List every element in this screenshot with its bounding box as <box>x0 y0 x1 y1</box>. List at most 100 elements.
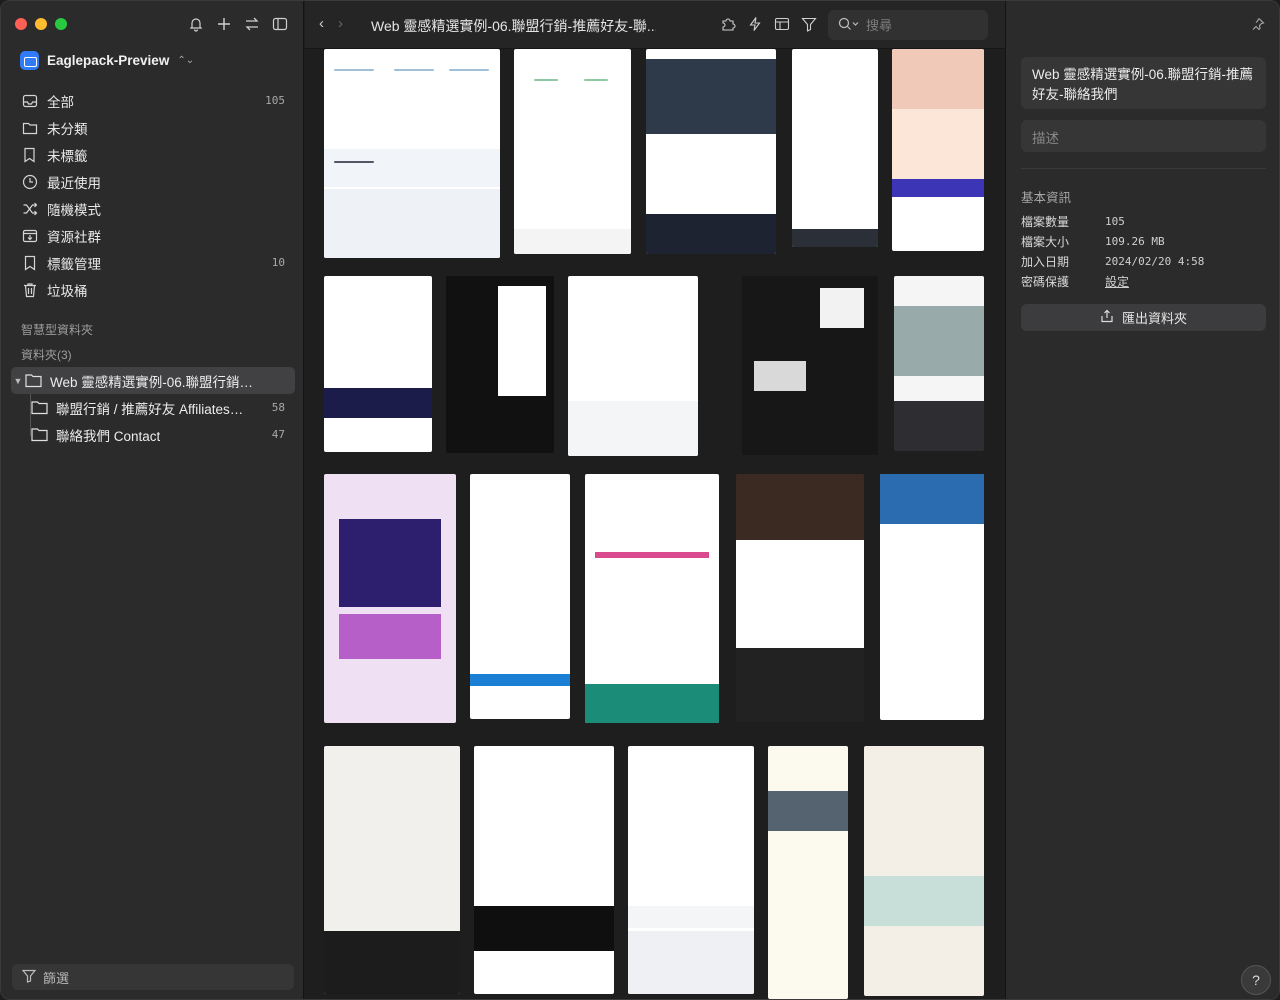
plus-icon[interactable] <box>215 15 233 33</box>
sidebar-item-count: 10 <box>271 256 285 269</box>
folder-question-icon <box>21 119 39 137</box>
sidebar-item-label: 資源社群 <box>47 229 101 245</box>
folder-icon <box>25 372 43 390</box>
library-name: Eaglepack-Preview <box>47 53 170 68</box>
sidebar-item-recent[interactable]: 最近使用 <box>11 168 295 195</box>
thumbnail-item[interactable] <box>894 276 984 451</box>
sidebar-item-all[interactable]: 全部 105 <box>11 87 295 114</box>
sidebar-item-uncategorized[interactable]: 未分類 <box>11 114 295 141</box>
search-input[interactable] <box>866 17 961 33</box>
thumbnail-item[interactable] <box>324 746 460 994</box>
sidebar-item-community[interactable]: 資源社群 <box>11 222 295 249</box>
folder-name: Web 靈感精選實例-06.聯盟行銷-... <box>50 374 255 390</box>
filter-funnel-icon[interactable] <box>800 15 818 33</box>
folder-item-contact[interactable]: 聯絡我們 Contact 47 <box>11 421 295 448</box>
folder-count: 47 <box>271 428 285 441</box>
password-set-link[interactable]: 設定 <box>1105 273 1129 293</box>
thumbnail-item[interactable] <box>768 746 848 999</box>
library-icon <box>20 51 39 70</box>
chevron-updown-icon: ⌃⌄ <box>177 55 195 66</box>
thumbnail-item[interactable] <box>470 474 570 719</box>
info-row-date-added: 加入日期 2024/02/20 4:58 <box>1021 253 1266 273</box>
forward-button[interactable]: › <box>338 15 343 32</box>
export-label: 匯出資料夾 <box>1121 311 1187 326</box>
thumbnail-item[interactable] <box>880 474 984 720</box>
library-switcher[interactable]: Eaglepack-Preview ⌃⌄ <box>20 51 194 70</box>
zoom-window-button[interactable] <box>55 18 67 30</box>
app-window: Eaglepack-Preview ⌃⌄ 全部 105 未分類 未標籤 最近使用 <box>0 0 1280 1000</box>
info-key: 檔案大小 <box>1021 235 1070 249</box>
info-table: 檔案數量 105 檔案大小 109.26 MB 加入日期 2024/02/20 … <box>1021 213 1266 293</box>
sidebar-item-label: 垃圾桶 <box>47 283 88 299</box>
inbox-icon <box>21 92 39 110</box>
sidebar-item-random[interactable]: 隨機模式 <box>11 195 295 222</box>
filter-button[interactable]: 篩選 <box>12 964 294 990</box>
sidebar-toggle-icon[interactable] <box>271 15 289 33</box>
lightning-icon[interactable] <box>746 15 764 33</box>
description-field[interactable]: 描述 <box>1021 120 1266 152</box>
search-field[interactable] <box>828 10 988 40</box>
thumbnail-item[interactable] <box>324 474 456 723</box>
sidebar-item-label: 全部 <box>47 94 74 110</box>
inspector-panel: Web 靈感精選實例-06.聯盟行銷-推薦好友-聯絡我們 描述 基本資訊 檔案數… <box>1005 1 1279 999</box>
sidebar-item-trash[interactable]: 垃圾桶 <box>11 276 295 303</box>
bell-icon[interactable] <box>187 15 205 33</box>
layout-icon[interactable] <box>773 15 791 33</box>
puzzle-icon[interactable] <box>719 15 737 33</box>
thumbnail-item[interactable] <box>892 49 984 251</box>
share-icon <box>1100 309 1114 326</box>
thumbnail-item[interactable] <box>446 276 554 453</box>
thumbnail-item[interactable] <box>324 49 500 258</box>
minimize-window-button[interactable] <box>35 18 47 30</box>
sidebar: Eaglepack-Preview ⌃⌄ 全部 105 未分類 未標籤 最近使用 <box>1 1 304 999</box>
sidebar-item-label: 未分類 <box>47 121 88 137</box>
thumbnail-item[interactable] <box>474 746 614 994</box>
pin-icon[interactable] <box>1251 17 1265 34</box>
info-value: 109.26 MB <box>1105 235 1165 248</box>
folder-icon <box>31 426 49 444</box>
swap-icon[interactable] <box>243 15 261 33</box>
thumbnail-item[interactable] <box>792 49 878 247</box>
filter-label: 篩選 <box>43 970 70 986</box>
bookmark-icon <box>21 254 39 272</box>
folder-item-affiliates[interactable]: 聯盟行銷 / 推薦好友 Affiliates /... 58 <box>11 394 295 421</box>
search-icon <box>838 17 860 34</box>
filter-icon <box>21 969 37 986</box>
thumbnail-item[interactable] <box>646 49 776 254</box>
thumbnail-item[interactable] <box>324 276 432 452</box>
sidebar-item-label: 未標籤 <box>47 148 88 164</box>
export-folder-button[interactable]: 匯出資料夾 <box>1021 304 1266 331</box>
back-button[interactable]: ‹ <box>319 15 324 32</box>
divider <box>1021 168 1266 169</box>
thumbnail-item[interactable] <box>514 49 631 254</box>
trash-icon <box>21 281 39 299</box>
thumbnail-item[interactable] <box>568 276 698 456</box>
folder-title-field[interactable]: Web 靈感精選實例-06.聯盟行銷-推薦好友-聯絡我們 <box>1021 57 1266 109</box>
info-row-file-count: 檔案數量 105 <box>1021 213 1266 233</box>
sidebar-item-untagged[interactable]: 未標籤 <box>11 141 295 168</box>
thumbnail-item[interactable] <box>864 746 984 996</box>
sidebar-item-label: 標籤管理 <box>47 256 101 272</box>
info-row-file-size: 檔案大小 109.26 MB <box>1021 233 1266 253</box>
thumbnail-item[interactable] <box>585 474 719 723</box>
thumbnail-item[interactable] <box>742 276 878 455</box>
info-heading: 基本資訊 <box>1021 191 1072 205</box>
disclosure-triangle-icon[interactable]: ▼ <box>11 376 25 386</box>
tree-guide-line <box>30 394 31 436</box>
sidebar-tools <box>187 15 289 33</box>
close-window-button[interactable] <box>15 18 27 30</box>
folders-heading[interactable]: 資料夾(3) <box>21 346 72 363</box>
folder-item-web-inspiration[interactable]: ▼ Web 靈感精選實例-06.聯盟行銷-... <box>11 367 295 394</box>
thumbnail-item[interactable] <box>628 746 754 994</box>
sidebar-item-tags[interactable]: 標籤管理 10 <box>11 249 295 276</box>
smart-folders-heading[interactable]: 智慧型資料夾 <box>21 321 93 338</box>
info-value: 2024/02/20 4:58 <box>1105 255 1205 268</box>
history-nav: ‹ › <box>319 15 343 32</box>
info-value: 105 <box>1105 215 1125 228</box>
toolbar-actions <box>719 15 818 33</box>
help-button[interactable]: ? <box>1241 965 1271 995</box>
thumbnail-item[interactable] <box>736 474 864 722</box>
info-key: 加入日期 <box>1021 255 1070 269</box>
info-key: 檔案數量 <box>1021 215 1070 229</box>
folder-tree: ▼ Web 靈感精選實例-06.聯盟行銷-... 聯盟行銷 / 推薦好友 Aff… <box>11 367 295 448</box>
